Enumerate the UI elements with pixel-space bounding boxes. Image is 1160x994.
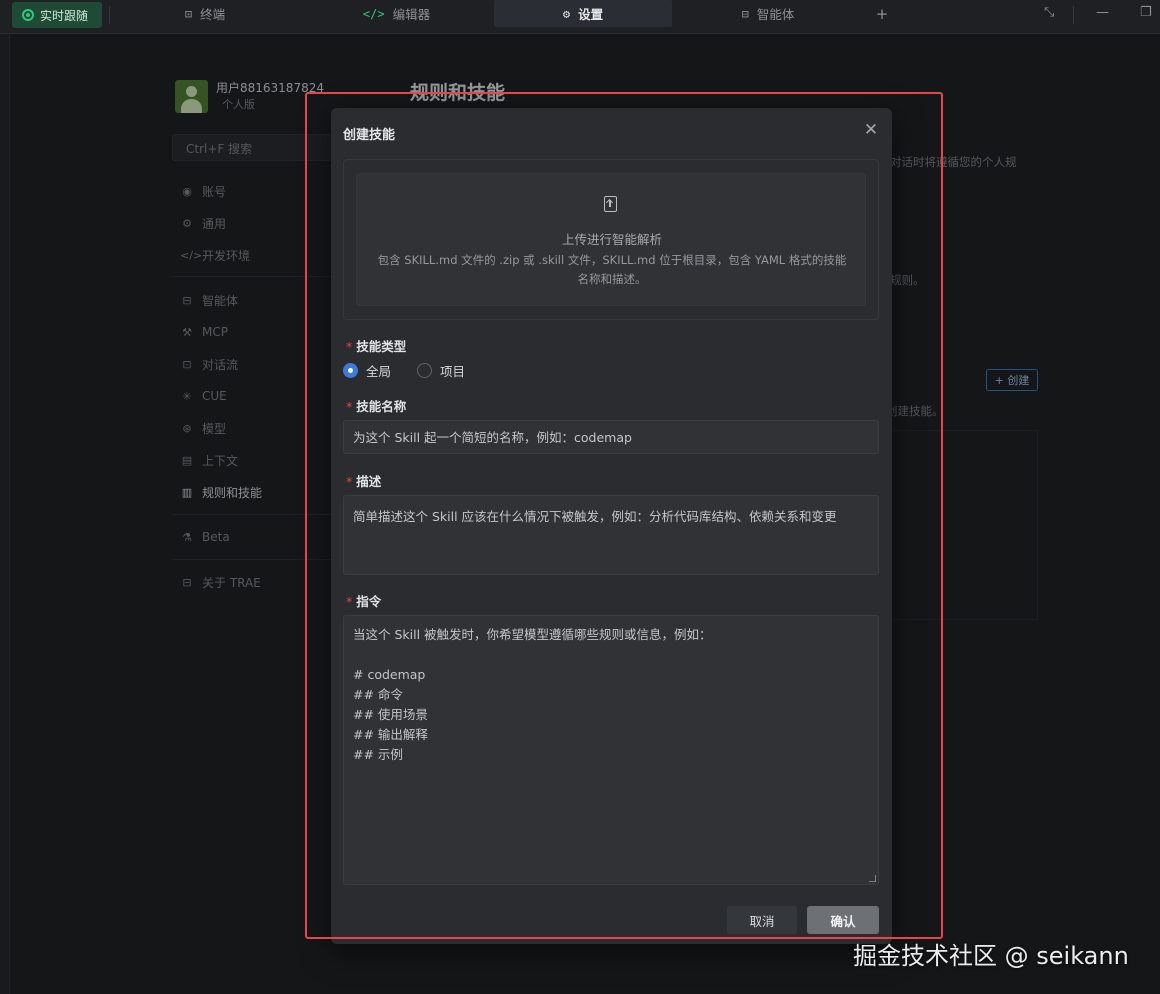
live-icon [22,9,34,21]
terminal-icon: ⊡ [184,6,193,21]
highlight-annotation-frame [305,92,943,939]
tab-label: 终端 [200,7,226,22]
watermark: 掘金技术社区 @ seikann [853,942,1129,970]
tab-editor[interactable]: </> 编辑器 [300,0,493,27]
code-icon: </> [362,6,385,21]
collapse-icon[interactable]: ⤡ [1044,5,1054,20]
restore-icon[interactable]: ❐ [1140,5,1152,20]
gear-icon: ⚙ [562,6,571,21]
agent-icon: ⊟ [741,6,749,21]
tab-label: 设置 [578,7,604,22]
top-bar: 实时跟随 ⊡ 终端 </> 编辑器 ⚙ 设置 ⊟ 智能体 + ⤡ — ❐ [0,0,1160,34]
live-follow-button[interactable]: 实时跟随 [12,2,102,28]
add-tab-button[interactable]: + [868,0,896,27]
divider [1073,6,1074,24]
tab-agent[interactable]: ⊟ 智能体 [672,0,864,27]
live-follow-label: 实时跟随 [40,8,89,23]
tab-terminal[interactable]: ⊡ 终端 [110,0,300,27]
tab-label: 编辑器 [392,7,431,22]
tab-label: 智能体 [756,7,795,22]
minimize-icon[interactable]: — [1096,5,1109,20]
tab-settings[interactable]: ⚙ 设置 [494,0,672,27]
